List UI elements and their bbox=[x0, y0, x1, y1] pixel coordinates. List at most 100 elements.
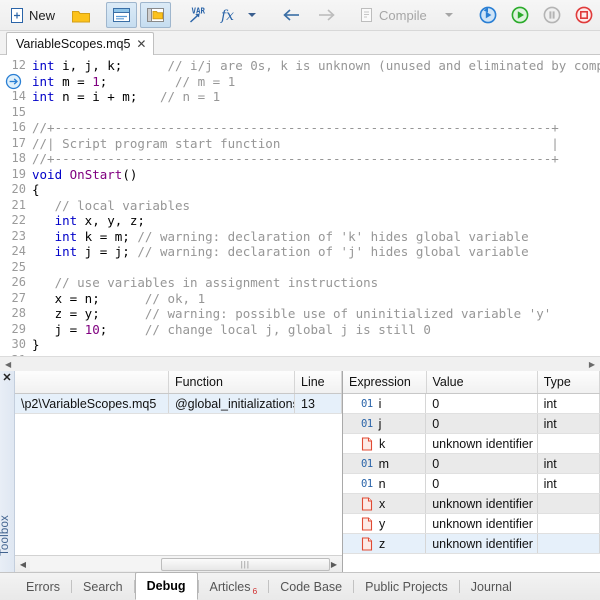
code-line[interactable]: 25 bbox=[0, 260, 600, 276]
expression-name-cell[interactable]: 01 i bbox=[343, 394, 427, 413]
code-line-text: int m = 1; // m = 1 bbox=[32, 73, 236, 89]
expression-type-cell: int bbox=[538, 474, 600, 493]
expression-label: z bbox=[379, 536, 386, 551]
code-line[interactable]: 19 void OnStart() bbox=[0, 167, 600, 183]
expression-row[interactable]: 01 j 0 int bbox=[343, 414, 600, 434]
toolbox-tab-label: Public Projects bbox=[365, 579, 448, 594]
code-line[interactable]: 16 //+-----------------------------------… bbox=[0, 120, 600, 136]
close-icon[interactable]: ✕ bbox=[136, 37, 146, 51]
open-folder-button[interactable] bbox=[66, 2, 96, 28]
expression-row[interactable]: y unknown identifier bbox=[343, 514, 600, 534]
expression-value-cell: unknown identifier bbox=[426, 534, 538, 553]
toolbox-tab-articles[interactable]: Articles 6 bbox=[199, 573, 269, 600]
file-tab-variablescopes[interactable]: VariableScopes.mq5 ✕ bbox=[6, 32, 155, 55]
compile-button[interactable]: Compile bbox=[353, 2, 462, 28]
unknown-page-icon bbox=[361, 516, 373, 531]
code-line[interactable]: 18 //+-----------------------------------… bbox=[0, 151, 600, 167]
scroll-left-icon[interactable]: ◀ bbox=[2, 360, 14, 369]
toolbox-label: Toolbox bbox=[0, 514, 11, 556]
callstack-body[interactable]: \p2\VariableScopes.mq5 @global_initializa… bbox=[15, 394, 342, 555]
expression-row[interactable]: z unknown identifier bbox=[343, 534, 600, 554]
toolbox-tab-public-projects[interactable]: Public Projects bbox=[354, 573, 459, 600]
variables-button[interactable]: VAR bbox=[181, 2, 211, 28]
toolbox-tab-code-base[interactable]: Code Base bbox=[269, 573, 353, 600]
scrollbar-track[interactable]: ||| bbox=[30, 557, 330, 571]
compile-dropdown-caret[interactable] bbox=[444, 13, 453, 17]
toggle-navigator-button[interactable] bbox=[106, 2, 138, 28]
code-line[interactable]: 22 int x, y, z; bbox=[0, 213, 600, 229]
code-line[interactable]: 24 int j = j; // warning: declaration of… bbox=[0, 244, 600, 260]
editor-horizontal-scrollbar[interactable]: ◀ ▶ bbox=[0, 356, 600, 371]
callstack-horizontal-scrollbar[interactable]: ◀ ||| ▶ bbox=[15, 555, 342, 572]
line-number: 18 bbox=[11, 151, 26, 165]
expression-value-cell: unknown identifier bbox=[426, 434, 538, 453]
line-number: 30 bbox=[11, 337, 26, 351]
expressions-column-header[interactable]: Expression bbox=[343, 371, 427, 393]
unknown-page-icon bbox=[361, 496, 373, 511]
current-line-arrow-icon bbox=[5, 73, 22, 90]
code-line-text: //+-------------------------------------… bbox=[32, 151, 559, 166]
code-line[interactable]: 13int m = 1; // m = 1 bbox=[0, 73, 600, 90]
scroll-left-icon[interactable]: ◀ bbox=[16, 560, 30, 569]
callstack-column-header[interactable] bbox=[15, 371, 169, 393]
expression-name-cell[interactable]: y bbox=[343, 514, 427, 533]
code-line[interactable]: 15 bbox=[0, 105, 600, 121]
expressions-column-header[interactable]: Value bbox=[427, 371, 538, 393]
toolbox-tab-journal[interactable]: Journal bbox=[460, 573, 523, 600]
code-editor[interactable]: 12 int i, j, k; // i/j are 0s, k is unkno… bbox=[0, 55, 600, 356]
code-line[interactable]: 29 j = 10; // change local j, global j i… bbox=[0, 322, 600, 338]
code-line[interactable]: 26 // use variables in assignment instru… bbox=[0, 275, 600, 291]
stop-button[interactable] bbox=[568, 2, 600, 28]
toolbox-tab-debug[interactable]: Debug bbox=[134, 572, 198, 600]
code-line[interactable]: 30} bbox=[0, 337, 600, 353]
pause-button[interactable] bbox=[536, 2, 568, 28]
expression-label: n bbox=[378, 476, 386, 491]
code-line[interactable]: 12 int i, j, k; // i/j are 0s, k is unkno… bbox=[0, 58, 600, 74]
callstack-column-header[interactable]: Line bbox=[295, 371, 342, 393]
expressions-body[interactable]: 01 i 0 int 01 j 0 int k unknown identifier 01 m 0 int… bbox=[343, 394, 600, 572]
toolbox-close-icon[interactable]: ✕ bbox=[2, 373, 11, 384]
expression-name-cell[interactable]: 01 n bbox=[343, 474, 427, 493]
functions-dropdown-caret[interactable] bbox=[248, 13, 257, 17]
expression-label: x bbox=[379, 496, 386, 511]
code-line[interactable]: 27 x = n; // ok, 1 bbox=[0, 291, 600, 307]
toggle-toolbox-button[interactable] bbox=[140, 2, 172, 28]
callstack-column-header[interactable]: Function bbox=[169, 371, 295, 393]
functions-button[interactable]: fx bbox=[215, 2, 265, 28]
expression-row[interactable]: 01 m 0 int bbox=[343, 454, 600, 474]
expression-row[interactable]: x unknown identifier bbox=[343, 494, 600, 514]
code-line[interactable]: 21 // local variables bbox=[0, 198, 600, 214]
expression-name-cell[interactable]: 01 j bbox=[343, 414, 427, 433]
expression-type-cell: int bbox=[538, 454, 600, 473]
forward-button[interactable] bbox=[309, 2, 343, 28]
expression-name-cell[interactable]: z bbox=[343, 534, 427, 553]
debug-history-button[interactable] bbox=[472, 2, 504, 28]
code-line[interactable]: 20 { bbox=[0, 182, 600, 198]
callstack-header-row: Function Line bbox=[15, 371, 342, 394]
run-button[interactable] bbox=[504, 2, 536, 28]
code-line[interactable]: 31 bbox=[0, 353, 600, 357]
back-button[interactable] bbox=[275, 2, 309, 28]
code-line[interactable]: 23 int k = m; // warning: declaration of… bbox=[0, 229, 600, 245]
toolbox-tab-errors[interactable]: Errors bbox=[15, 573, 71, 600]
new-file-button[interactable]: New bbox=[4, 2, 60, 28]
callstack-row[interactable]: \p2\VariableScopes.mq5 @global_initializa… bbox=[15, 394, 342, 414]
expression-row[interactable]: 01 i 0 int bbox=[343, 394, 600, 414]
code-line[interactable]: 14 int n = i + m; // n = 1 bbox=[0, 89, 600, 105]
expression-row[interactable]: 01 n 0 int bbox=[343, 474, 600, 494]
line-number: 17 bbox=[11, 135, 26, 150]
expression-name-cell[interactable]: 01 m bbox=[343, 454, 427, 473]
code-line[interactable]: 28 z = y; // warning: possible use of un… bbox=[0, 306, 600, 322]
line-number: 13 bbox=[0, 73, 30, 90]
expression-name-cell[interactable]: x bbox=[343, 494, 427, 513]
expressions-column-header[interactable]: Type bbox=[538, 371, 600, 393]
scrollbar-thumb[interactable]: ||| bbox=[160, 558, 330, 571]
scroll-right-icon[interactable]: ▶ bbox=[586, 360, 598, 369]
expression-type-cell bbox=[538, 494, 600, 513]
expression-row[interactable]: k unknown identifier bbox=[343, 434, 600, 454]
toolbox-tab-search[interactable]: Search bbox=[72, 573, 134, 600]
code-line[interactable]: 17 //| Script program start function | bbox=[0, 136, 600, 152]
expression-value-cell: 0 bbox=[426, 474, 538, 493]
code-line-text: j = 10; // change local j, global j is s… bbox=[32, 321, 431, 337]
expression-name-cell[interactable]: k bbox=[343, 434, 427, 453]
